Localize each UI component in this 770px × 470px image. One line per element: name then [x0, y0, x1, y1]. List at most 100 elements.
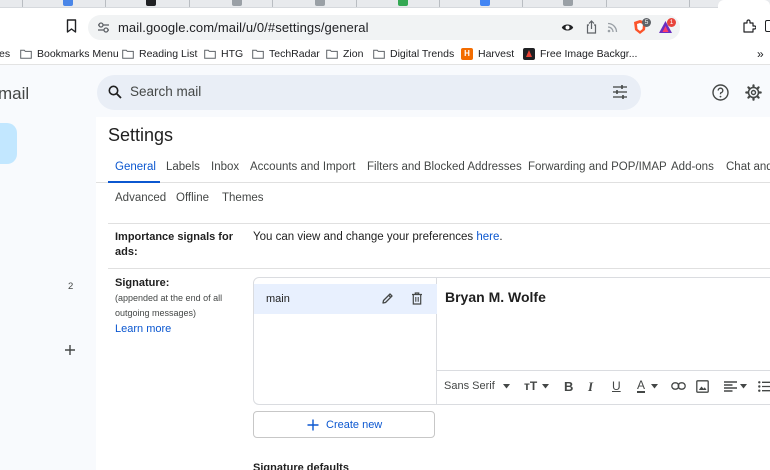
tab-filters-and-blocked-addresses[interactable]: Filters and Blocked Addresses	[367, 161, 522, 173]
help-icon[interactable]	[712, 84, 729, 101]
unread-count: 2	[68, 281, 74, 292]
tab-accounts-and-import[interactable]: Accounts and Import	[250, 161, 355, 173]
signature-editor-box: main Bryan M. Wolfe Sans Serif тT B I U …	[253, 277, 770, 405]
folder-icon	[20, 49, 32, 59]
more-bookmarks-chevron-icon[interactable]: »	[757, 47, 764, 61]
signature-text-editor[interactable]: Bryan M. Wolfe Sans Serif тT B I U A	[437, 278, 770, 404]
tab-labels[interactable]: Labels	[166, 161, 200, 173]
bookmark-label: Harvest	[478, 48, 515, 60]
dropdown-caret-icon[interactable]	[542, 384, 549, 389]
signature-label: Signature:	[115, 277, 170, 289]
tab-favicon-7[interactable]	[563, 0, 573, 6]
bookmark-icon[interactable]	[66, 19, 77, 33]
active-tab[interactable]	[718, 0, 770, 8]
tab-add-ons[interactable]: Add-ons	[671, 161, 714, 173]
text-size-icon[interactable]: тT	[524, 379, 537, 393]
tab-separator	[356, 0, 357, 7]
search-icon[interactable]	[108, 85, 122, 99]
gmail-logo-text[interactable]: mail	[0, 84, 29, 104]
tab-offline[interactable]: Offline	[176, 192, 209, 204]
importance-text: You can view and change your preferences	[253, 231, 477, 243]
signature-note-line2: outgoing messages)	[115, 308, 197, 318]
settings-tabs: General Labels Inbox Accounts and Import…	[96, 153, 770, 183]
section-divider	[108, 268, 770, 269]
bookmark-label: Zion	[343, 48, 364, 60]
settings-gear-icon[interactable]	[745, 84, 762, 101]
folder-icon	[122, 49, 134, 59]
signature-list-item[interactable]: main	[254, 284, 437, 314]
bookmark-techradar[interactable]: TechRadar	[252, 47, 320, 61]
tab-separator	[689, 0, 690, 7]
compose-button[interactable]	[0, 123, 17, 164]
insert-image-icon[interactable]	[696, 380, 709, 393]
tab-favicon-2[interactable]	[146, 0, 156, 6]
bold-icon[interactable]: B	[564, 379, 573, 394]
tab-chat-and-meet[interactable]: Chat and Meet	[726, 161, 770, 173]
bookmark-label: TechRadar	[269, 48, 320, 60]
bookmark-free-image-background[interactable]: Free Image Backgr...	[523, 47, 637, 61]
create-new-signature-button[interactable]: Create new	[253, 411, 435, 438]
tab-favicon-4[interactable]	[315, 0, 325, 6]
address-bar[interactable]: mail.google.com/mail/u/0/#settings/gener…	[88, 15, 680, 40]
search-input[interactable]: Search mail	[130, 84, 201, 99]
tab-forwarding-and-pop-imap[interactable]: Forwarding and POP/IMAP	[528, 161, 667, 173]
dropdown-caret-icon[interactable]	[651, 384, 658, 389]
dropdown-caret-icon[interactable]	[503, 384, 510, 389]
period: .	[499, 231, 503, 243]
browser-tab-strip	[0, 0, 770, 8]
bookmark-truncated[interactable]: es	[0, 47, 10, 61]
formatting-toolbar: Sans Serif тT B I U A	[437, 370, 770, 404]
delete-trash-icon[interactable]	[411, 292, 423, 305]
bookmark-htg[interactable]: HTG	[204, 47, 243, 61]
link-icon[interactable]	[671, 382, 686, 390]
bookmark-harvest[interactable]: H Harvest	[461, 47, 514, 61]
bookmark-zion[interactable]: Zion	[326, 47, 363, 61]
share-icon[interactable]	[586, 20, 597, 34]
harvest-icon: H	[461, 48, 473, 60]
preferences-here-link[interactable]: here	[476, 231, 499, 243]
bulleted-list-icon[interactable]	[758, 381, 770, 392]
font-family-select[interactable]: Sans Serif	[444, 380, 495, 392]
tab-favicon-5[interactable]	[398, 0, 408, 6]
search-options-icon[interactable]	[612, 85, 628, 99]
importance-signals-label: Importance signals for ads:	[115, 230, 233, 260]
tab-favicon-1[interactable]	[63, 0, 73, 6]
folder-icon	[252, 49, 264, 59]
tab-separator	[522, 0, 523, 7]
italic-icon[interactable]: I	[588, 379, 593, 395]
tab-separator	[22, 0, 23, 7]
text-color-icon[interactable]: A	[637, 379, 646, 393]
tab-favicon-3[interactable]	[232, 0, 242, 6]
learn-more-link[interactable]: Learn more	[115, 322, 171, 337]
tab-advanced[interactable]: Advanced	[115, 192, 166, 204]
tab-inbox[interactable]: Inbox	[211, 161, 239, 173]
bookmark-reading-list[interactable]: Reading List	[122, 47, 197, 61]
eye-icon[interactable]	[561, 22, 574, 33]
folder-icon	[326, 49, 338, 59]
add-label-plus-icon[interactable]	[63, 343, 77, 357]
tab-favicon-6[interactable]	[480, 0, 490, 6]
align-icon[interactable]	[724, 381, 737, 392]
edit-pencil-icon[interactable]	[381, 292, 394, 305]
sidebar-toggle-icon[interactable]	[765, 20, 770, 32]
bookmark-digital-trends[interactable]: Digital Trends	[373, 47, 454, 61]
signature-note-line1: (appended at the end of all	[115, 293, 223, 303]
tab-general[interactable]: General	[115, 161, 156, 173]
brave-shield-badge: 5	[642, 18, 651, 27]
signature-note: (appended at the end of all outgoing mes…	[115, 291, 222, 321]
site-settings-icon[interactable]	[97, 22, 110, 33]
rewards-badge: 1	[667, 18, 676, 27]
create-new-label: Create new	[326, 419, 383, 431]
url-text[interactable]: mail.google.com/mail/u/0/#settings/gener…	[118, 20, 369, 35]
extensions-icon[interactable]	[742, 19, 756, 33]
folder-icon	[204, 49, 216, 59]
underline-icon[interactable]: U	[612, 379, 621, 393]
dropdown-caret-icon[interactable]	[740, 384, 747, 389]
bookmark-bookmarks-menu[interactable]: Bookmarks Menu	[20, 47, 119, 61]
browser-toolbar: mail.google.com/mail/u/0/#settings/gener…	[0, 8, 770, 44]
search-bar[interactable]: Search mail	[97, 75, 641, 110]
bookmark-label: es	[0, 48, 11, 60]
tab-themes[interactable]: Themes	[222, 192, 264, 204]
signature-content[interactable]: Bryan M. Wolfe	[445, 289, 546, 305]
rss-icon[interactable]	[607, 22, 618, 33]
